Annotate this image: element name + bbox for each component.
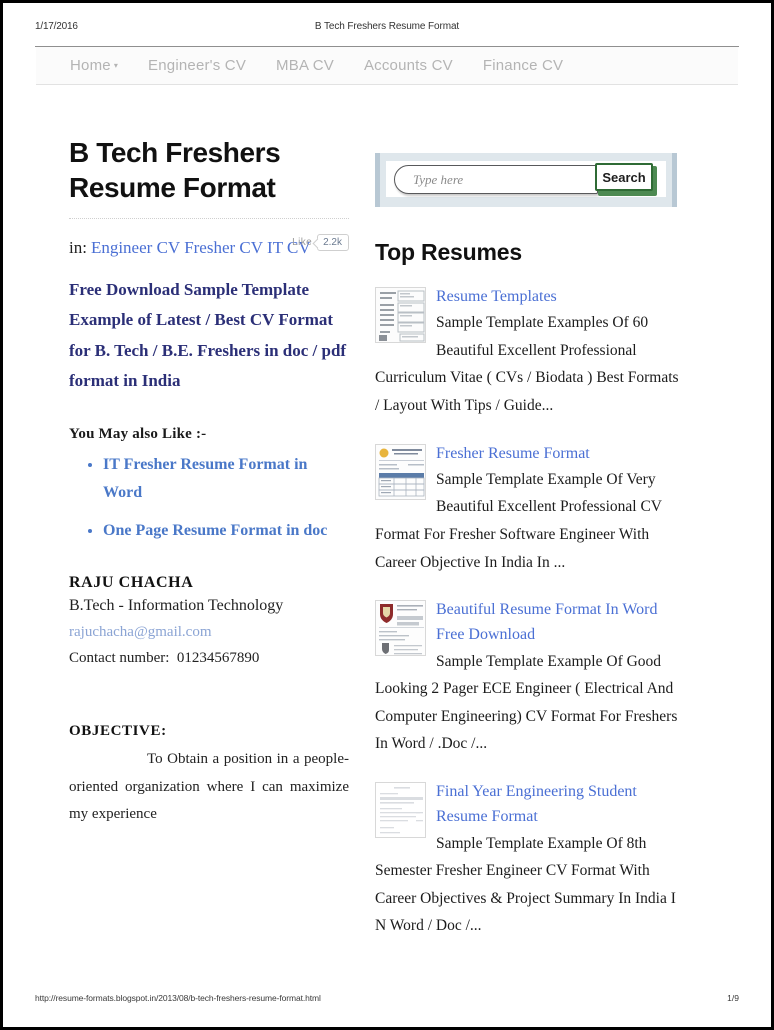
sidebar-item-link[interactable]: Beautiful Resume Format In Word Free Dow…	[436, 601, 658, 643]
list-item: Resume Templates Sample Template Example…	[375, 284, 680, 420]
nav-item-mba-cv[interactable]: MBA CV	[276, 57, 334, 74]
search-button[interactable]: Search	[595, 163, 653, 191]
nav-item-finance-cv[interactable]: Finance CV	[483, 57, 563, 74]
like-count-badge: 2.2k	[317, 234, 349, 252]
sidebar-item-description: Sample Template Example Of Good Looking …	[375, 652, 678, 753]
resume-contact-number: 01234567890	[176, 649, 260, 666]
list-item: Beautiful Resume Format In Word Free Dow…	[375, 597, 680, 758]
objective-body: To Obtain a position in a people-oriente…	[69, 751, 349, 823]
sidebar-item-link[interactable]: Fresher Resume Format	[436, 445, 590, 462]
list-item[interactable]: IT Fresher Resume Format in Word	[103, 451, 349, 506]
search-input[interactable]	[394, 165, 598, 194]
resume-contact-label: Contact number:	[69, 649, 170, 666]
sidebar-item-link[interactable]: Resume Templates	[436, 288, 557, 305]
site-navigation: Home ▾ Engineer's CV MBA CV Accounts CV F…	[36, 47, 738, 85]
category-label: in:	[69, 238, 87, 258]
print-page-number: 1/9	[727, 993, 739, 1003]
objective-heading: OBJECTIVE:	[69, 723, 167, 740]
list-item[interactable]: One Page Resume Format in doc	[103, 517, 349, 545]
main-content-column: B Tech Freshers Resume Format in: Enginee…	[69, 136, 349, 829]
resume-contact: Contact number: 01234567890	[69, 647, 349, 670]
search-widget: Search	[375, 153, 677, 207]
nav-item-accounts-cv[interactable]: Accounts CV	[364, 57, 453, 74]
also-like-link-it-fresher[interactable]: IT Fresher Resume Format in Word	[103, 456, 307, 501]
lead-paragraph: Free Download Sample Template Example of…	[69, 280, 347, 390]
chevron-down-icon: ▾	[113, 61, 119, 70]
like-widget[interactable]: Like 2.2k	[292, 234, 349, 252]
title-divider	[69, 218, 349, 220]
nav-item-home-label: Home	[70, 57, 111, 74]
nav-item-engineers-cv[interactable]: Engineer's CV	[148, 57, 246, 74]
like-button-label[interactable]: Like	[292, 237, 312, 248]
resume-thumbnail-icon[interactable]	[375, 443, 426, 500]
print-document-title: B Tech Freshers Resume Format	[314, 21, 460, 32]
resume-email[interactable]: rajuchacha@gmail.com	[69, 621, 349, 644]
sidebar-widget-title: Top Resumes	[375, 239, 522, 265]
resume-candidate-name: RAJU CHACHA	[69, 574, 194, 592]
sidebar-item-link[interactable]: Final Year Engineering Student Resume Fo…	[436, 783, 637, 825]
category-link-fresher-cv[interactable]: Fresher CV	[184, 238, 263, 257]
list-item: Fresher Resume Format Sample Template Ex…	[375, 441, 680, 577]
search-widget-inner: Search	[386, 161, 666, 197]
resume-thumbnail-icon[interactable]	[375, 782, 426, 838]
sidebar-item-description: Sample Template Example Of 8th Semester …	[375, 834, 676, 935]
resume-degree: B.Tech - Information Technology	[69, 597, 284, 615]
print-footer: http://resume-formats.blogspot.in/2013/0…	[35, 993, 739, 1009]
also-like-heading: You May also Like :-	[69, 426, 207, 443]
sidebar-column: Search Top Resumes	[375, 153, 680, 961]
search-button-wrapper: Search	[595, 163, 657, 196]
resume-thumbnail-icon[interactable]	[375, 600, 426, 657]
print-header: 1/17/2016 B Tech Freshers Resume Format	[35, 21, 739, 43]
page-title: B Tech Freshers Resume Format	[69, 137, 281, 203]
page-sheet: 1/17/2016 B Tech Freshers Resume Format …	[3, 3, 771, 1027]
also-like-list: IT Fresher Resume Format in Word One Pag…	[69, 451, 349, 544]
category-link-engineer-cv[interactable]: Engineer CV	[91, 238, 180, 257]
nav-item-home[interactable]: Home ▾	[70, 57, 118, 74]
printed-page: 1/17/2016 B Tech Freshers Resume Format …	[0, 0, 774, 1030]
print-source-url: http://resume-formats.blogspot.in/2013/0…	[35, 993, 321, 1003]
resume-thumbnail-icon[interactable]	[375, 287, 426, 343]
list-item: Final Year Engineering Student Resume Fo…	[375, 779, 680, 940]
also-like-link-one-page[interactable]: One Page Resume Format in doc	[103, 522, 327, 539]
